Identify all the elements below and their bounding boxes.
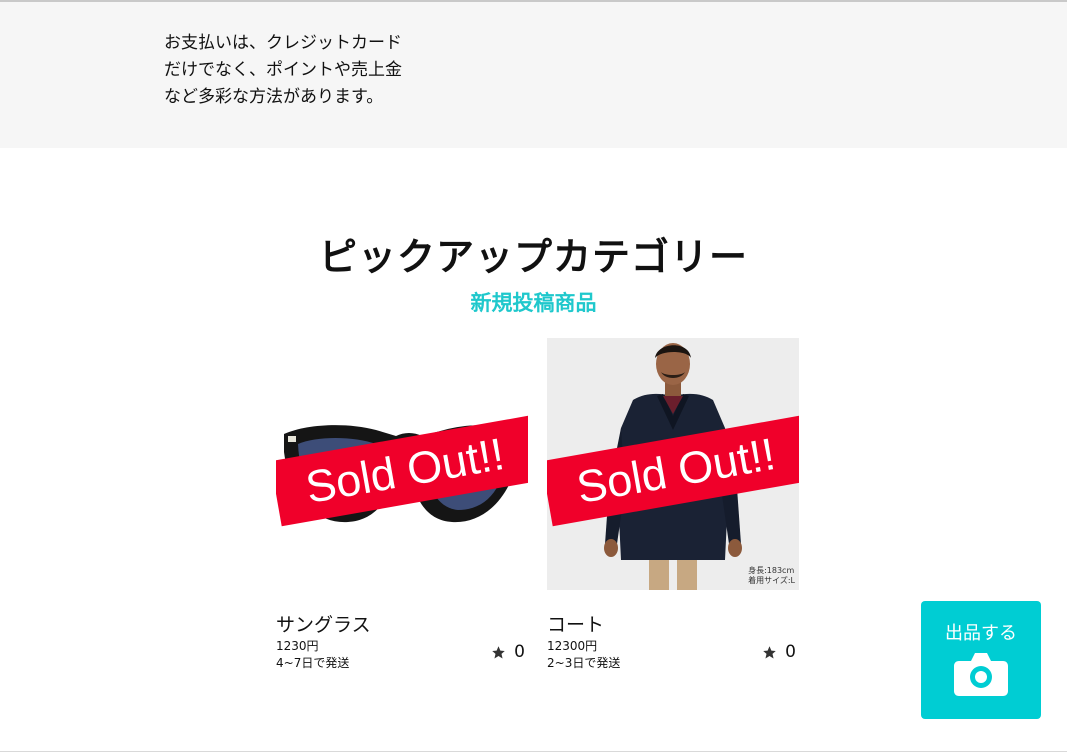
product-price: 1230円 <box>276 639 319 653</box>
model-size-caption: 身長:183cm 着用サイズ:L <box>748 566 795 586</box>
payment-info-line: お支払いは、クレジットカード <box>164 33 402 53</box>
sell-item-button[interactable]: 出品する <box>921 601 1041 719</box>
model-wear-size: 着用サイズ:L <box>748 576 795 585</box>
payment-info-banner: お支払いは、クレジットカード だけでなく、ポイントや売上金 など多彩な方法があり… <box>0 2 1067 148</box>
product-name[interactable]: サングラス <box>276 610 371 637</box>
new-items-subtitle[interactable]: 新規投稿商品 <box>0 287 1067 317</box>
payment-info-line: など多彩な方法があります。 <box>164 87 384 107</box>
product-image[interactable]: 身長:183cm 着用サイズ:L Sold Out!! <box>547 338 799 590</box>
like-counter[interactable]: 0 <box>762 642 796 662</box>
like-count: 0 <box>785 642 796 662</box>
camera-icon <box>954 653 1008 696</box>
like-count: 0 <box>514 642 525 662</box>
payment-info-line: だけでなく、ポイントや売上金 <box>164 60 402 80</box>
shipping-time: 2~3日で発送 <box>547 656 621 670</box>
bottom-divider <box>0 751 1067 752</box>
product-image[interactable]: Sold Out!! <box>276 338 528 590</box>
model-height: 身長:183cm <box>748 566 795 575</box>
product-price: 12300円 <box>547 639 598 653</box>
star-icon[interactable] <box>491 645 506 660</box>
product-card-coat[interactable]: 身長:183cm 着用サイズ:L Sold Out!! コート 12300円 2… <box>536 338 799 678</box>
product-card-sunglasses[interactable]: Sold Out!! サングラス 1230円 4~7日で発送 0 <box>265 338 528 678</box>
payment-info-text: お支払いは、クレジットカード だけでなく、ポイントや売上金 など多彩な方法があり… <box>164 30 454 111</box>
like-counter[interactable]: 0 <box>491 642 525 662</box>
product-name[interactable]: コート <box>547 610 604 637</box>
pickup-category-title: ピックアップカテゴリー <box>318 235 748 279</box>
star-icon[interactable] <box>762 645 777 660</box>
shipping-time: 4~7日で発送 <box>276 656 350 670</box>
sell-button-label: 出品する <box>945 623 1017 644</box>
